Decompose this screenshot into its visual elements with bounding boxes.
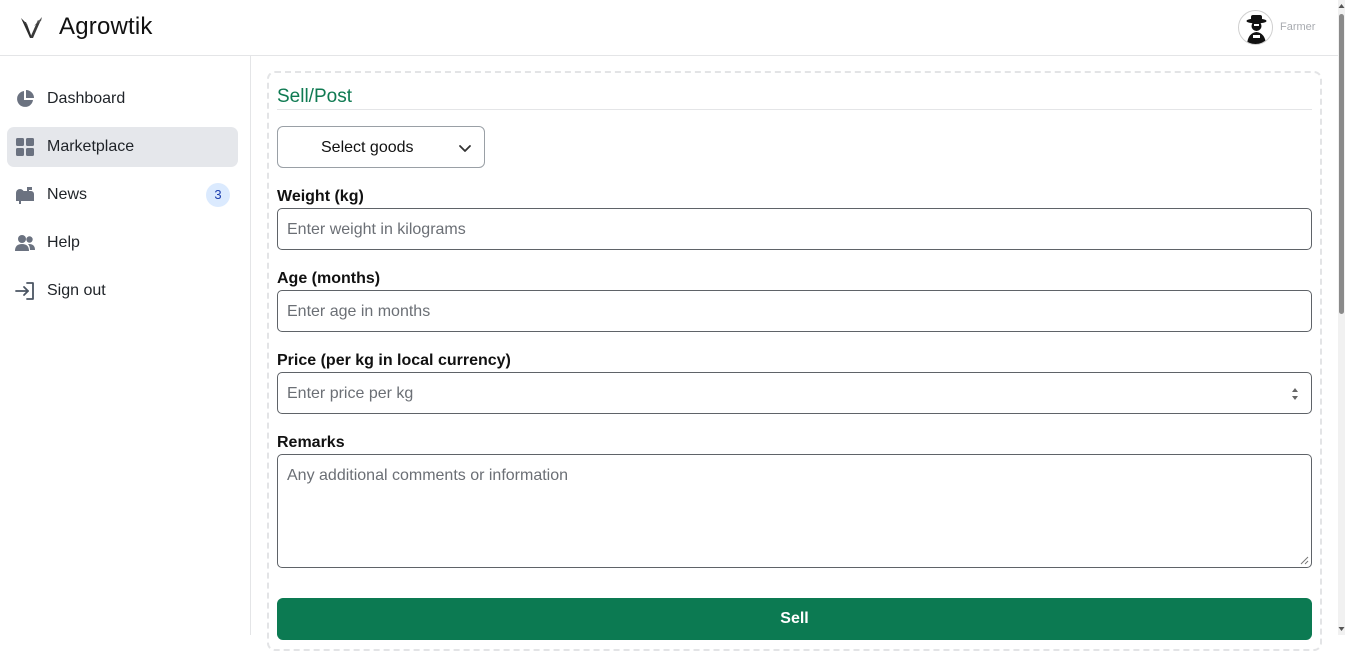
sidebar-item-news[interactable]: News 3 (7, 175, 238, 215)
farmer-avatar-icon (1246, 15, 1267, 44)
sidebar-item-label: News (47, 186, 88, 203)
weight-input[interactable]: Enter weight in kilograms (277, 208, 1312, 250)
scroll-up-arrow-icon[interactable] (1338, 2, 1345, 10)
logo-icon (21, 17, 42, 38)
users-icon (15, 235, 35, 251)
pie-chart-icon (17, 90, 34, 107)
sidebar-item-label: Help (47, 234, 80, 251)
page-scrollbar[interactable] (1338, 0, 1345, 635)
sidebar: Dashboard Marketplace News 3 Help Sign o… (0, 56, 251, 635)
price-input[interactable]: Enter price per kg (277, 372, 1312, 414)
mailbox-icon (16, 187, 34, 204)
age-input[interactable]: Enter age in months (277, 290, 1312, 332)
user-role: Farmer (1280, 21, 1316, 33)
app-name: Agrowtik (59, 13, 153, 40)
remarks-textarea[interactable]: Any additional comments or information (277, 454, 1312, 568)
goods-select-value: Select goods (321, 139, 414, 156)
news-count-badge: 3 (206, 183, 230, 207)
age-placeholder: Enter age in months (287, 303, 431, 320)
weight-placeholder: Enter weight in kilograms (287, 221, 466, 238)
sign-out-icon (15, 282, 34, 300)
resize-handle-icon[interactable] (1300, 556, 1309, 565)
sell-button[interactable]: Sell (277, 598, 1312, 640)
grid-icon (16, 138, 34, 156)
title-divider (277, 109, 1312, 110)
goods-select[interactable]: Select goods (277, 126, 485, 168)
chevron-down-icon (459, 145, 471, 152)
sidebar-item-label: Dashboard (47, 90, 126, 107)
scrollbar-thumb[interactable] (1339, 14, 1344, 314)
sidebar-item-label: Marketplace (47, 138, 135, 155)
sidebar-item-marketplace[interactable]: Marketplace (7, 127, 238, 167)
price-label: Price (per kg in local currency) (277, 352, 511, 369)
sidebar-item-dashboard[interactable]: Dashboard (7, 79, 238, 119)
remarks-label: Remarks (277, 434, 345, 451)
remarks-placeholder: Any additional comments or information (287, 467, 569, 484)
weight-label: Weight (kg) (277, 188, 364, 205)
top-header: Agrowtik Farmer (0, 0, 1338, 56)
sidebar-item-help[interactable]: Help (7, 223, 238, 263)
price-placeholder: Enter price per kg (287, 385, 414, 402)
scroll-down-arrow-icon[interactable] (1338, 625, 1345, 633)
sidebar-item-sign-out[interactable]: Sign out (7, 271, 238, 311)
number-spinner-icon[interactable] (1290, 384, 1300, 404)
age-label: Age (months) (277, 270, 381, 287)
page-title: Sell/Post (277, 86, 352, 107)
sidebar-item-label: Sign out (47, 282, 106, 299)
user-avatar[interactable] (1238, 10, 1273, 45)
